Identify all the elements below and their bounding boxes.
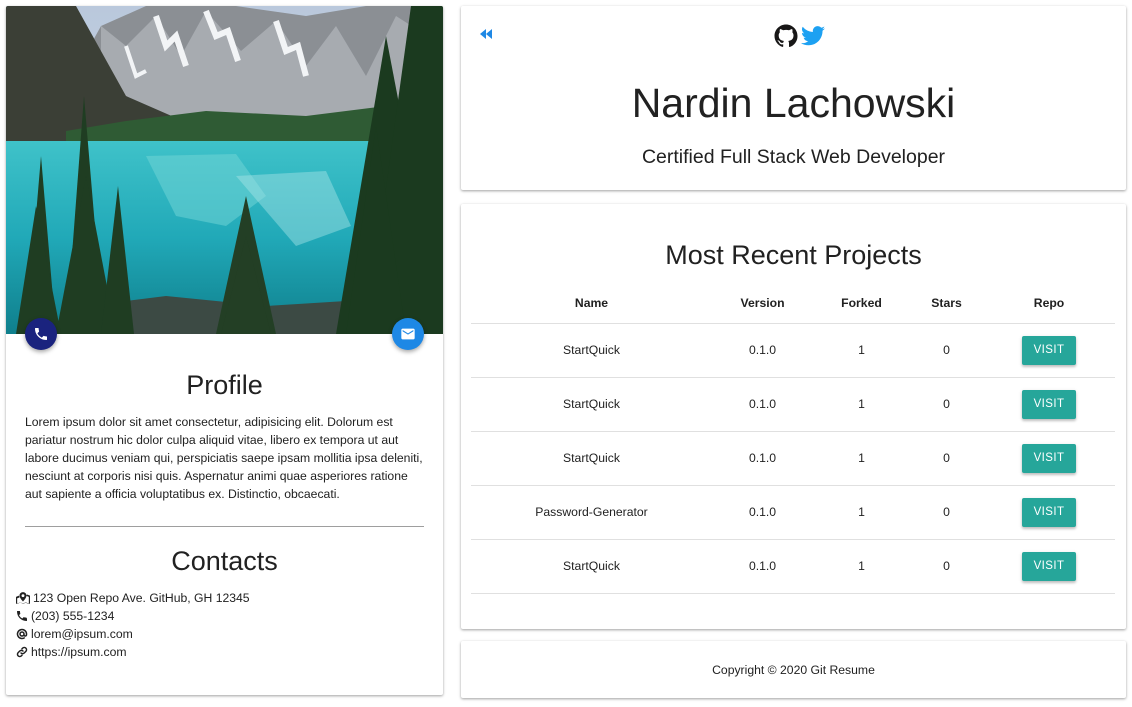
contacts-heading: Contacts [171,546,278,576]
contact-email: lorem@ipsum.com [16,625,250,643]
table-header-row: Name Version Forked Stars Repo [471,284,1115,324]
profile-bio: Lorem ipsum dolor sit amet consectetur, … [25,415,423,501]
table-row: StartQuick 0.1.0 1 0 VISIT [471,431,1115,486]
contact-phone: (203) 555-1234 [16,607,250,625]
project-name: StartQuick [471,431,712,486]
phone-icon [17,611,27,621]
email-fab-button[interactable] [392,318,424,350]
project-version: 0.1.0 [712,377,813,432]
project-name: Password-Generator [471,485,712,540]
back-icon[interactable] [479,28,493,40]
column-header-forked: Forked [813,284,910,324]
project-repo-cell: VISIT [983,485,1115,540]
project-forked: 1 [813,485,910,540]
project-forked: 1 [813,539,910,594]
project-stars: 0 [910,485,983,540]
project-forked: 1 [813,377,910,432]
project-name: StartQuick [471,323,712,378]
visit-button[interactable]: VISIT [1022,335,1076,365]
column-header-version: Version [712,284,813,324]
github-icon[interactable] [774,24,798,48]
page-subtitle: Certified Full Stack Web Developer [641,146,946,168]
visit-button[interactable]: VISIT [1022,443,1076,473]
project-stars: 0 [910,539,983,594]
projects-card: Most Recent Projects Name Version Forked… [461,204,1126,629]
contact-email-text: lorem@ipsum.com [31,627,133,641]
project-repo-cell: VISIT [983,377,1115,432]
project-forked: 1 [813,323,910,378]
project-stars: 0 [910,377,983,432]
table-row: StartQuick 0.1.0 1 0 VISIT [471,377,1115,432]
contact-website-text: https://ipsum.com [31,645,127,659]
copyright-text: Copyright © 2020 Git Resume [712,663,875,677]
column-header-repo: Repo [983,284,1115,324]
divider [25,526,424,527]
phone-fab-button[interactable] [25,318,57,350]
hero-landscape-image [6,6,443,334]
visit-button[interactable]: VISIT [1022,497,1076,527]
project-repo-cell: VISIT [983,539,1115,594]
table-row: StartQuick 0.1.0 1 0 VISIT [471,539,1115,594]
project-stars: 0 [910,431,983,486]
profile-card: Profile Lorem ipsum dolor sit amet conse… [6,6,443,695]
link-icon [16,646,28,658]
projects-table: Name Version Forked Stars Repo StartQuic… [471,284,1115,594]
table-row: StartQuick 0.1.0 1 0 VISIT [471,323,1115,378]
project-name: StartQuick [471,377,712,432]
project-version: 0.1.0 [712,485,813,540]
table-row: Password-Generator 0.1.0 1 0 VISIT [471,485,1115,540]
project-repo-cell: VISIT [983,431,1115,486]
projects-heading: Most Recent Projects [665,240,922,270]
project-name: StartQuick [471,539,712,594]
visit-button[interactable]: VISIT [1022,389,1076,419]
contact-address: 123 Open Repo Ave. GitHub, GH 12345 [16,589,250,607]
project-repo-cell: VISIT [983,323,1115,378]
contact-website: https://ipsum.com [16,643,250,661]
email-icon [401,328,415,340]
twitter-icon[interactable] [801,26,825,46]
project-forked: 1 [813,431,910,486]
visit-button[interactable]: VISIT [1022,551,1076,581]
map-icon [16,592,30,604]
profile-heading: Profile [186,370,263,400]
column-header-name: Name [471,284,712,324]
project-version: 0.1.0 [712,431,813,486]
project-version: 0.1.0 [712,323,813,378]
contact-list: 123 Open Repo Ave. GitHub, GH 12345 (203… [16,589,250,661]
project-stars: 0 [910,323,983,378]
column-header-stars: Stars [910,284,983,324]
page-title: Nardin Lachowski [631,80,956,126]
header-card: Nardin Lachowski Certified Full Stack We… [461,6,1126,190]
contact-address-text: 123 Open Repo Ave. GitHub, GH 12345 [33,591,250,605]
phone-icon [35,328,47,340]
footer-card: Copyright © 2020 Git Resume [461,641,1126,698]
project-version: 0.1.0 [712,539,813,594]
at-icon [16,628,28,640]
contact-phone-text: (203) 555-1234 [31,609,115,623]
